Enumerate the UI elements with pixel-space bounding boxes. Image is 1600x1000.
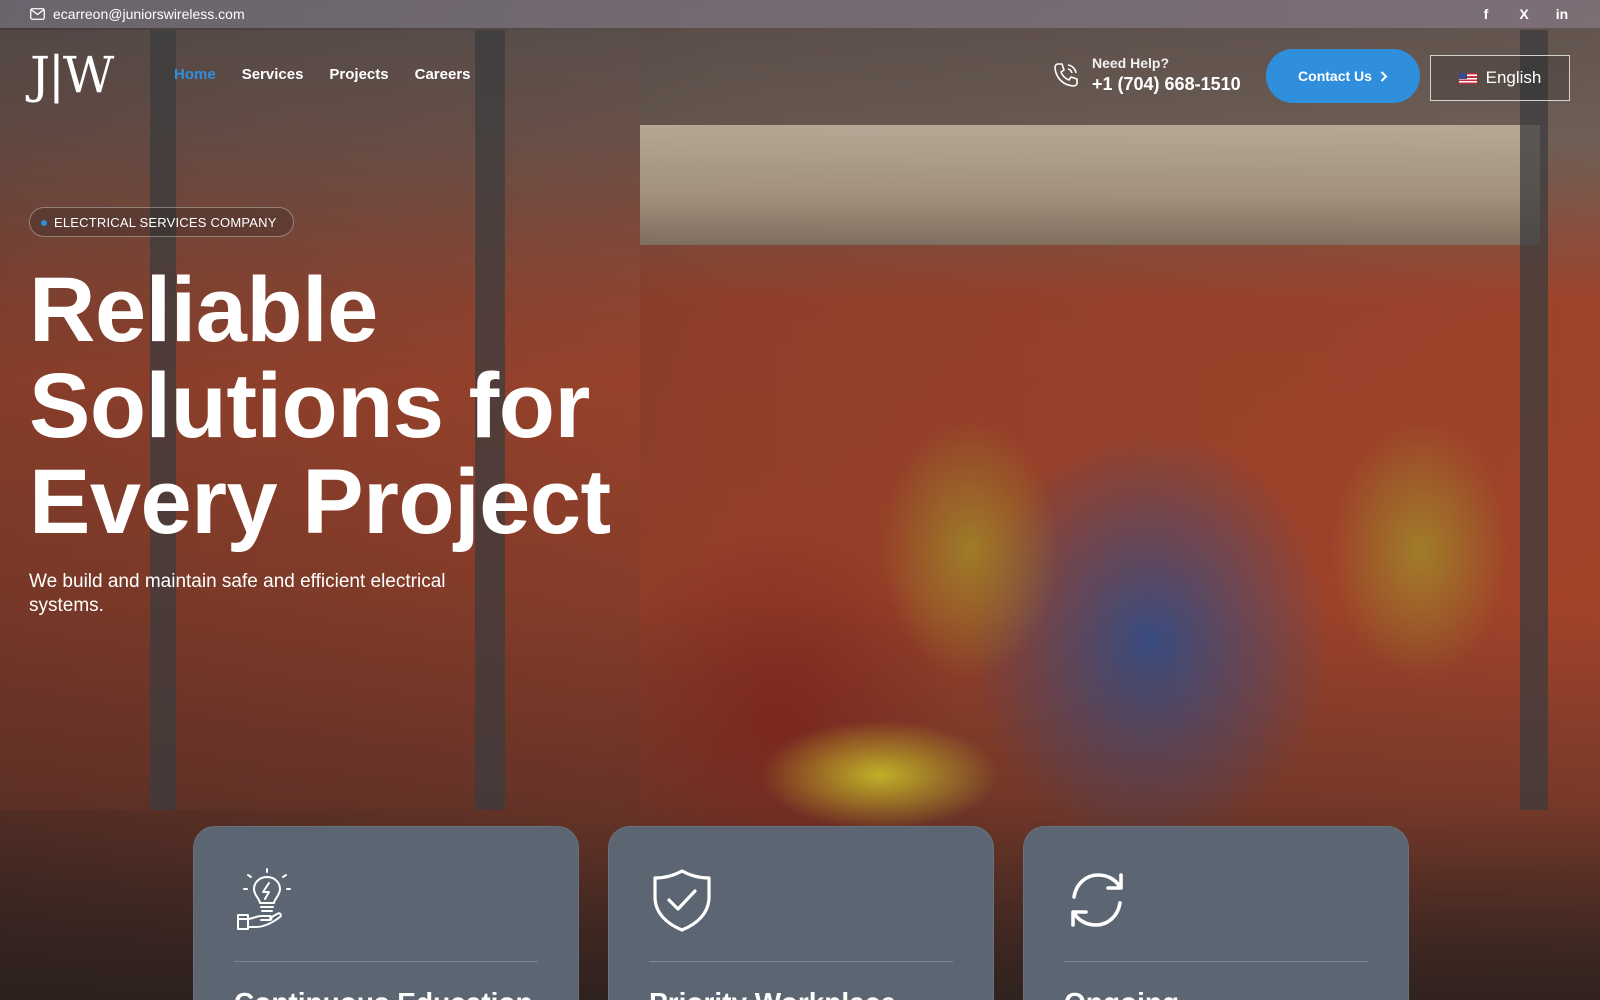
card-divider xyxy=(1064,961,1368,962)
language-label: English xyxy=(1485,68,1542,87)
email-text: ecarreon@juniorswireless.com xyxy=(53,6,245,22)
facebook-icon[interactable]: f xyxy=(1478,6,1494,22)
email-link[interactable]: ecarreon@juniorswireless.com xyxy=(30,6,245,22)
x-twitter-icon[interactable]: X xyxy=(1516,6,1532,22)
nav-services[interactable]: Services xyxy=(242,66,304,83)
nav-home[interactable]: Home xyxy=(174,66,216,83)
hero-subtitle: We build and maintain safe and efficient… xyxy=(29,571,446,616)
linkedin-icon[interactable]: in xyxy=(1554,6,1570,22)
hero-headline: Reliable Solutions for Every Project xyxy=(29,262,729,550)
help-label: Need Help? xyxy=(1092,55,1170,71)
social-links: f X in xyxy=(1478,6,1570,22)
phone-number[interactable]: +1 (704) 668-1510 xyxy=(1092,74,1241,95)
phone-icon xyxy=(1054,63,1078,87)
site-logo[interactable]: J|W xyxy=(30,50,114,100)
us-flag-icon xyxy=(1458,72,1477,84)
nav-careers[interactable]: Careers xyxy=(415,66,471,83)
refresh-icon xyxy=(1071,873,1123,927)
language-selector[interactable]: English xyxy=(1430,55,1570,101)
chevron-right-icon xyxy=(1380,70,1388,82)
badge-dot xyxy=(41,220,47,226)
contact-us-button[interactable]: Contact Us xyxy=(1266,49,1420,103)
category-badge: ELECTRICAL SERVICES COMPANY xyxy=(29,207,294,237)
card-title: Continuous Education xyxy=(234,987,533,1000)
top-bar: ecarreon@juniorswireless.com f X in xyxy=(0,0,1600,28)
feature-card[interactable]: Continuous Education xyxy=(193,826,579,1000)
main-nav: Home Services Projects Careers xyxy=(174,66,471,83)
card-title: Priority Workplace xyxy=(649,987,896,1000)
shield-check-icon xyxy=(653,869,711,932)
help-phone-block[interactable]: Need Help? +1 (704) 668-1510 xyxy=(1052,55,1241,95)
headline-line: Reliable xyxy=(29,259,378,361)
feature-card[interactable]: Priority Workplace xyxy=(608,826,994,1000)
card-title: Ongoing xyxy=(1064,987,1179,1000)
bg-post xyxy=(1520,30,1548,810)
nav-projects[interactable]: Projects xyxy=(329,66,388,83)
bg-worker xyxy=(880,420,1060,680)
lightbulb-hand-icon xyxy=(237,868,291,930)
badge-text: ELECTRICAL SERVICES COMPANY xyxy=(54,214,277,230)
mail-icon xyxy=(30,8,45,20)
bg-worker xyxy=(1330,420,1510,680)
card-divider xyxy=(649,961,953,962)
feature-card[interactable]: Ongoing xyxy=(1023,826,1409,1000)
headline-line: Solutions for xyxy=(29,355,590,457)
bg-busbar-beam xyxy=(640,125,1540,245)
card-divider xyxy=(234,961,538,962)
contact-us-label: Contact Us xyxy=(1298,68,1372,84)
headline-line: Every Project xyxy=(29,451,611,553)
